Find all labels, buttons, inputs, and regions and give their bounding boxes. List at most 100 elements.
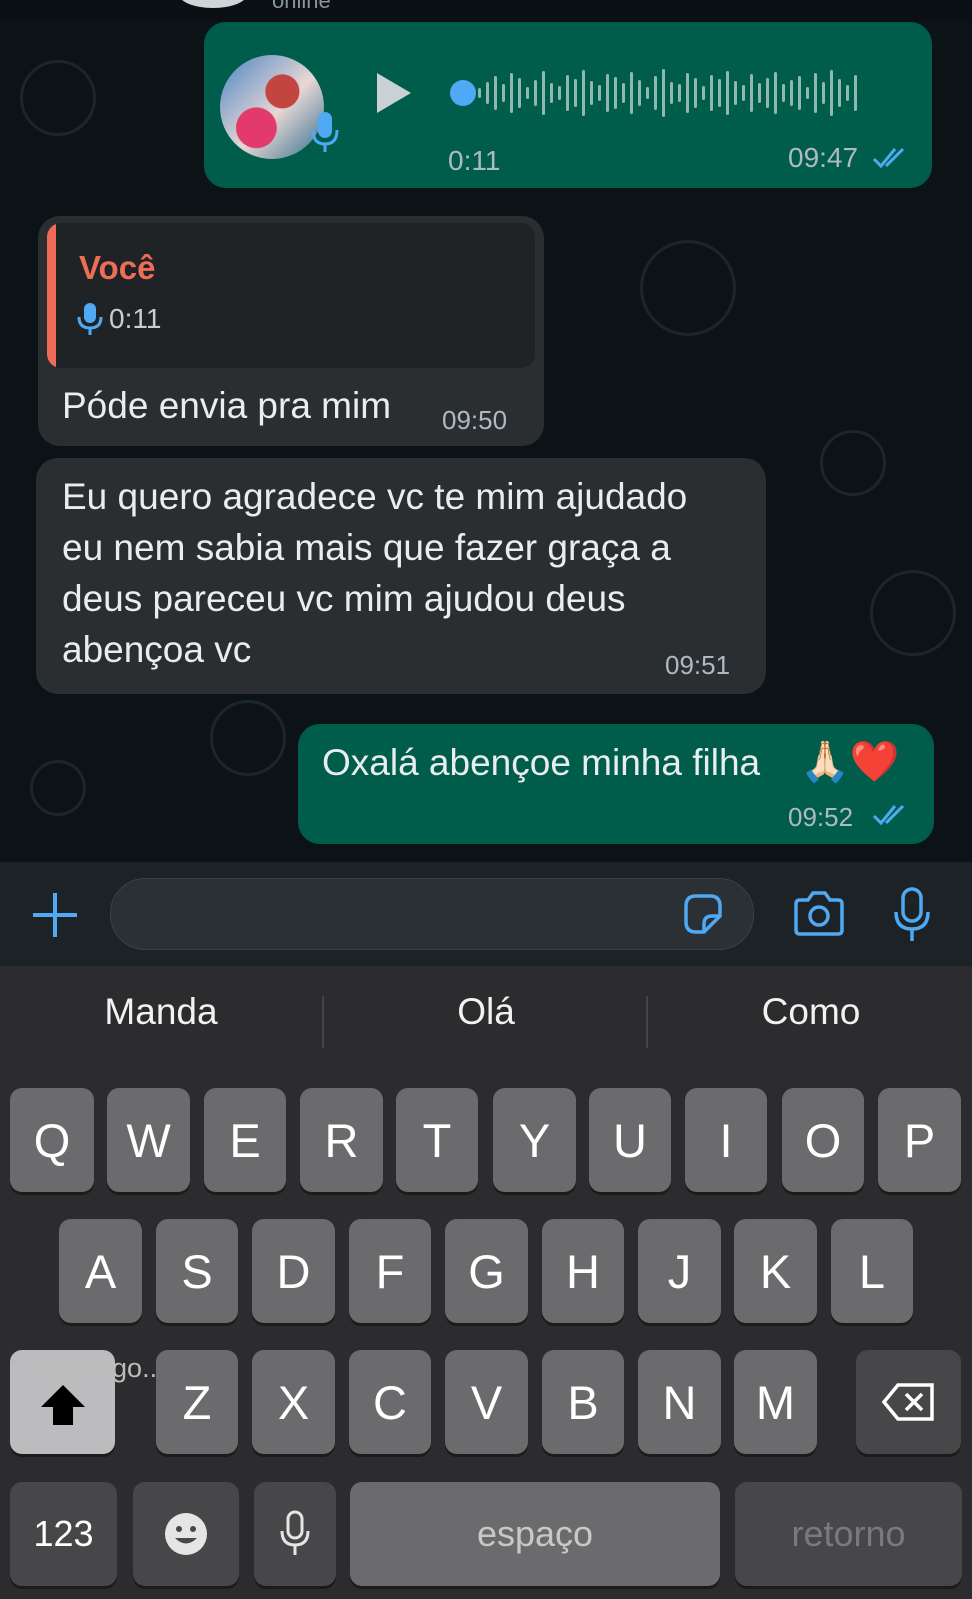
key-j[interactable]: J (638, 1219, 721, 1323)
wallpaper-doodle (640, 240, 736, 336)
blessing-message-text: Oxalá abençoe minha filha (322, 742, 761, 783)
voice-time: 09:47 (788, 142, 859, 173)
waveform-bar (710, 75, 713, 111)
key-z[interactable]: Z (156, 1350, 238, 1454)
backspace-icon (881, 1383, 934, 1421)
suggestion-divider (646, 996, 648, 1048)
key-k[interactable]: K (734, 1219, 817, 1323)
waveform-bar (678, 84, 681, 102)
key-x[interactable]: X (252, 1350, 335, 1454)
camera-icon[interactable] (792, 890, 846, 938)
waveform-bar (638, 80, 641, 106)
suggestion-divider (322, 996, 324, 1048)
wallpaper-doodle (820, 430, 886, 496)
waveform-bar (758, 83, 761, 103)
read-receipt-icon (872, 147, 905, 169)
dictation-mic-icon (280, 1510, 310, 1555)
dictation-key[interactable] (254, 1482, 336, 1586)
read-receipt-icon (872, 804, 905, 826)
key-n[interactable]: N (638, 1350, 721, 1454)
waveform-bar (574, 79, 577, 107)
quote-duration: 0:11 (109, 303, 162, 334)
play-icon[interactable] (377, 73, 411, 113)
waveform-bar (478, 88, 481, 98)
waveform-bar (822, 82, 825, 104)
waveform-bar (798, 76, 801, 110)
waveform-bar (486, 82, 489, 104)
key-y[interactable]: Y (493, 1088, 576, 1192)
waveform-bar (750, 74, 753, 112)
key-f[interactable]: F (349, 1219, 431, 1323)
audio-waveform[interactable] (478, 66, 890, 120)
chat-header[interactable]: online (0, 0, 972, 22)
waveform-bar (782, 84, 785, 102)
key-h[interactable]: H (542, 1219, 624, 1323)
waveform-bar (766, 78, 769, 108)
key-m[interactable]: M (734, 1350, 817, 1454)
waveform-bar (558, 86, 561, 100)
key-v[interactable]: V (445, 1350, 528, 1454)
quoted-message[interactable]: Você 0:11 (47, 223, 535, 368)
emoji-key[interactable] (133, 1482, 239, 1586)
key-t[interactable]: T (396, 1088, 478, 1192)
thanks-message-line: eu nem sabia mais que fazer graça a (62, 527, 671, 568)
quote-author: Você (79, 249, 156, 286)
key-p[interactable]: P (878, 1088, 961, 1192)
key-b[interactable]: B (542, 1350, 624, 1454)
key-q[interactable]: Q (10, 1088, 94, 1192)
thanks-message-line: deus pareceu vc mim ajudou deus (62, 578, 626, 619)
waveform-bar (830, 70, 833, 116)
wallpaper-doodle (210, 700, 286, 776)
key-i[interactable]: I (685, 1088, 767, 1192)
suggestion-item[interactable]: Manda (0, 966, 322, 1058)
sticker-icon[interactable] (680, 892, 726, 938)
waveform-bar (494, 76, 497, 110)
waveform-bar (806, 87, 809, 99)
suggestion-item[interactable]: Como (650, 966, 972, 1058)
backspace-key[interactable] (856, 1350, 961, 1454)
reply-message-time: 09:50 (442, 405, 508, 435)
key-s[interactable]: S (156, 1219, 238, 1323)
playback-position-handle[interactable] (450, 80, 476, 106)
quote-mic-icon (77, 303, 103, 335)
numbers-key[interactable]: 123 (10, 1482, 117, 1586)
message-composer (0, 862, 972, 966)
chat-area[interactable]: online 0:11 09:47 Você 0:11 Póde envia p… (0, 0, 972, 862)
voice-mic-icon (311, 112, 339, 152)
blessing-message-time: 09:52 (788, 802, 854, 832)
key-o[interactable]: O (782, 1088, 864, 1192)
voice-duration: 0:11 (448, 145, 501, 176)
contact-avatar[interactable] (178, 0, 248, 8)
sender-avatar (220, 55, 324, 159)
return-key[interactable]: retorno (735, 1482, 962, 1586)
waveform-bar (654, 76, 657, 110)
emoji-icon (165, 1513, 207, 1555)
waveform-bar (790, 80, 793, 106)
blessing-emojis: 🙏🏻❤️ (800, 740, 900, 784)
suggestion-item[interactable]: Olá (325, 966, 647, 1058)
waveform-bar (534, 80, 537, 106)
space-key[interactable]: espaço (350, 1482, 720, 1586)
key-a[interactable]: A (59, 1219, 142, 1323)
key-g[interactable]: G (445, 1219, 528, 1323)
dictation-placeholder: Diga algo... (28, 1353, 165, 1383)
plus-icon[interactable] (30, 890, 80, 940)
waveform-bar (838, 79, 841, 107)
key-r[interactable]: R (300, 1088, 383, 1192)
thanks-message-line: Eu quero agradece vc te mim ajudado (62, 476, 688, 517)
key-d[interactable]: D (252, 1219, 335, 1323)
key-w[interactable]: W (107, 1088, 190, 1192)
microphone-icon[interactable] (892, 886, 932, 944)
message-input[interactable] (110, 878, 754, 950)
waveform-bar (646, 87, 649, 99)
key-u[interactable]: U (589, 1088, 671, 1192)
key-l[interactable]: L (831, 1219, 913, 1323)
key-e[interactable]: E (204, 1088, 286, 1192)
reply-message-text: Póde envia pra mim (62, 385, 392, 426)
waveform-bar (726, 71, 729, 115)
thanks-message-time: 09:51 (665, 650, 731, 680)
waveform-bar (590, 81, 593, 105)
waveform-bar (694, 78, 697, 108)
key-c[interactable]: C (349, 1350, 431, 1454)
waveform-bar (774, 72, 777, 114)
